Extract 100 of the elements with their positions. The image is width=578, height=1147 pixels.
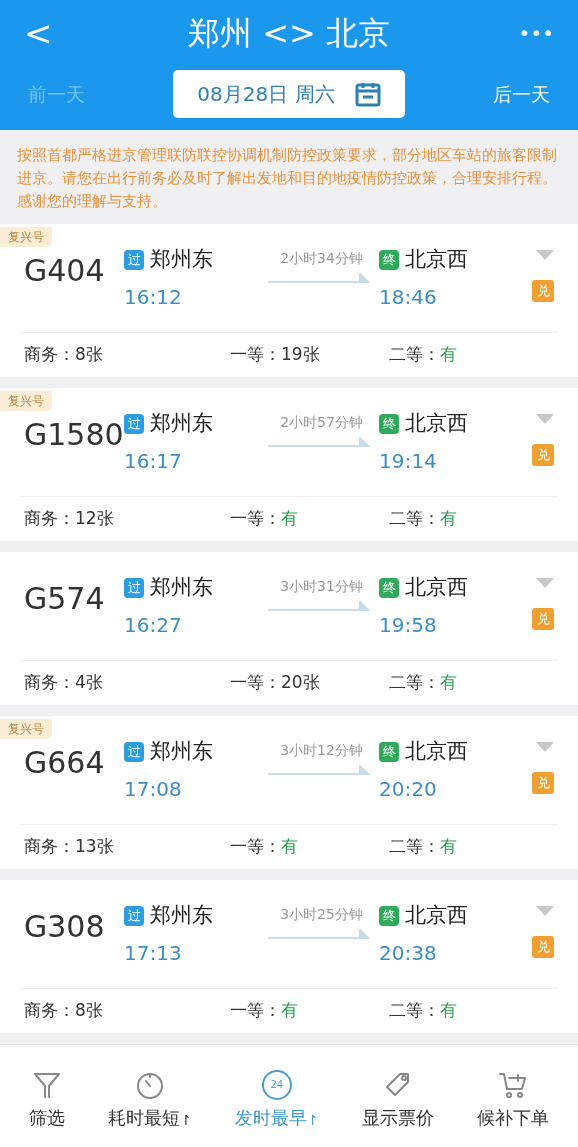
exchange-badge: 兑 bbox=[532, 772, 554, 794]
seat-availability: 19张 bbox=[281, 343, 320, 367]
seat-class-label: 一等： bbox=[230, 671, 281, 695]
train-card[interactable]: 复兴号 G664 过 郑州东 17:08 3小时12分钟 终 北京西 20:20 兑 商务：13张 一等：有 二等：有 bbox=[0, 716, 578, 869]
tab-label: 显示票价 bbox=[361, 1105, 434, 1130]
station-tag: 终 bbox=[379, 249, 399, 270]
seat-availability: 13张 bbox=[75, 835, 114, 859]
station-tag: 终 bbox=[379, 577, 399, 598]
seat-availability: 有 bbox=[281, 507, 298, 531]
toolbar-tab[interactable]: 候补下单 bbox=[476, 1069, 549, 1131]
seat-availability: 有 bbox=[440, 999, 457, 1023]
seat-class-label: 二等： bbox=[389, 671, 440, 695]
seat-availability: 4张 bbox=[75, 671, 103, 695]
arrival-station: 北京西 bbox=[405, 410, 468, 437]
seat-class-label: 商务： bbox=[24, 999, 75, 1023]
seat-availability: 20张 bbox=[281, 671, 320, 695]
train-number: G404 bbox=[24, 252, 106, 290]
train-card[interactable]: 复兴号 G404 过 郑州东 16:12 2小时34分钟 终 北京西 18:46 兑 商务：8张 一等：19张 二等：有 bbox=[0, 224, 578, 377]
train-number: G574 bbox=[24, 580, 106, 618]
station-tag: 过 bbox=[124, 249, 144, 270]
seat-availability: 有 bbox=[281, 835, 298, 859]
arrival-station: 北京西 bbox=[405, 902, 468, 929]
arrival-time: 19:14 bbox=[379, 447, 438, 475]
notice-text: 按照首都严格进京管理联防联控协调机制防控政策要求，部分地区车站的旅客限制进京。请您在出行前务必及时了解出发地和目的地疫情防控政策，合理安排行程。感谢您的理解与支持。 bbox=[17, 145, 558, 212]
duration-text: 3小时31分钟 bbox=[280, 577, 363, 596]
station-tag: 终 bbox=[379, 741, 399, 762]
seat-availability: 有 bbox=[440, 507, 457, 531]
dropdown-icon[interactable] bbox=[536, 578, 554, 588]
seat-availability: 有 bbox=[281, 999, 298, 1023]
seat-class-label: 一等： bbox=[230, 999, 281, 1023]
date-picker[interactable]: 08月28日 周六 bbox=[173, 70, 405, 118]
exchange-badge: 兑 bbox=[532, 936, 554, 958]
exchange-badge: 兑 bbox=[532, 444, 554, 466]
page-title: 郑州 <> 北京 bbox=[188, 13, 390, 54]
seat-availability: 有 bbox=[440, 343, 457, 367]
train-number: G664 bbox=[24, 744, 106, 782]
seat-class-label: 商务： bbox=[24, 671, 75, 695]
seat-class-label: 二等： bbox=[389, 507, 440, 531]
sort-mark: ↾ bbox=[180, 1110, 193, 1130]
seat-availability: 8张 bbox=[75, 999, 103, 1023]
departure-time: 17:08 bbox=[124, 775, 183, 803]
sort-mark: ↾ bbox=[307, 1110, 319, 1130]
duration-text: 2小时34分钟 bbox=[280, 249, 363, 268]
station-tag: 终 bbox=[379, 905, 399, 926]
train-type-badge: 复兴号 bbox=[0, 391, 52, 411]
dropdown-icon[interactable] bbox=[536, 414, 554, 424]
dropdown-icon[interactable] bbox=[536, 906, 554, 916]
seat-class-label: 一等： bbox=[230, 835, 281, 859]
station-tag: 终 bbox=[379, 413, 399, 434]
train-card[interactable]: G574 过 郑州东 16:27 3小时31分钟 终 北京西 19:58 兑 商务：4张 一等：20张 二等：有 bbox=[0, 552, 578, 705]
clock-icon: 24 bbox=[261, 1069, 292, 1100]
station-tag: 过 bbox=[124, 905, 144, 926]
calendar-icon bbox=[354, 81, 381, 107]
seat-class-label: 二等： bbox=[389, 999, 440, 1023]
tab-label: 耗时最短 bbox=[108, 1105, 181, 1130]
duration-text: 3小时25分钟 bbox=[280, 905, 363, 924]
toolbar-tab[interactable]: 筛选 bbox=[29, 1069, 66, 1131]
seat-availability: 8张 bbox=[75, 343, 103, 367]
arrival-time: 19:58 bbox=[379, 611, 438, 639]
seat-class-label: 商务： bbox=[24, 507, 75, 531]
arrival-time: 20:38 bbox=[379, 939, 438, 967]
seat-class-label: 商务： bbox=[24, 343, 75, 367]
tab-label: 发时最早 bbox=[235, 1105, 307, 1130]
seat-availability: 有 bbox=[440, 671, 457, 695]
toolbar-tab[interactable]: 显示票价 bbox=[361, 1069, 434, 1131]
departure-station: 郑州东 bbox=[150, 738, 213, 765]
train-number: G1580 bbox=[24, 416, 124, 454]
arrival-time: 18:46 bbox=[379, 283, 438, 311]
seat-availability: 有 bbox=[440, 835, 457, 859]
station-tag: 过 bbox=[124, 577, 144, 598]
seat-class-label: 二等： bbox=[389, 343, 440, 367]
train-card[interactable]: G308 过 郑州东 17:13 3小时25分钟 终 北京西 20:38 兑 商务：8张 一等：有 二等：有 bbox=[0, 880, 578, 1033]
train-type-badge: 复兴号 bbox=[0, 227, 52, 247]
departure-station: 郑州东 bbox=[150, 574, 213, 601]
seat-class-label: 一等： bbox=[230, 507, 281, 531]
date-text: 08月28日 周六 bbox=[197, 81, 335, 108]
dropdown-icon[interactable] bbox=[536, 742, 554, 752]
tab-label: 候补下单 bbox=[476, 1105, 549, 1130]
departure-station: 郑州东 bbox=[150, 902, 213, 929]
station-tag: 过 bbox=[124, 413, 144, 434]
exchange-badge: 兑 bbox=[532, 280, 554, 302]
departure-time: 17:13 bbox=[124, 939, 183, 967]
train-type-badge: 复兴号 bbox=[0, 719, 52, 739]
seat-availability: 12张 bbox=[75, 507, 114, 531]
departure-time: 16:12 bbox=[124, 283, 183, 311]
seat-class-label: 一等： bbox=[230, 343, 281, 367]
tab-label: 筛选 bbox=[29, 1105, 66, 1130]
seat-class-label: 二等： bbox=[389, 835, 440, 859]
arrival-station: 北京西 bbox=[405, 246, 468, 273]
departure-time: 16:17 bbox=[124, 447, 183, 475]
duration-text: 3小时12分钟 bbox=[280, 741, 363, 760]
duration-text: 2小时57分钟 bbox=[280, 413, 363, 432]
arrival-station: 北京西 bbox=[405, 738, 468, 765]
toolbar-tab[interactable]: 耗时最短↾ bbox=[108, 1069, 193, 1131]
exchange-badge: 兑 bbox=[532, 608, 554, 630]
departure-time: 16:27 bbox=[124, 611, 183, 639]
arrival-time: 20:20 bbox=[379, 775, 438, 803]
dropdown-icon[interactable] bbox=[536, 250, 554, 260]
station-tag: 过 bbox=[124, 741, 144, 762]
departure-station: 郑州东 bbox=[150, 410, 213, 437]
